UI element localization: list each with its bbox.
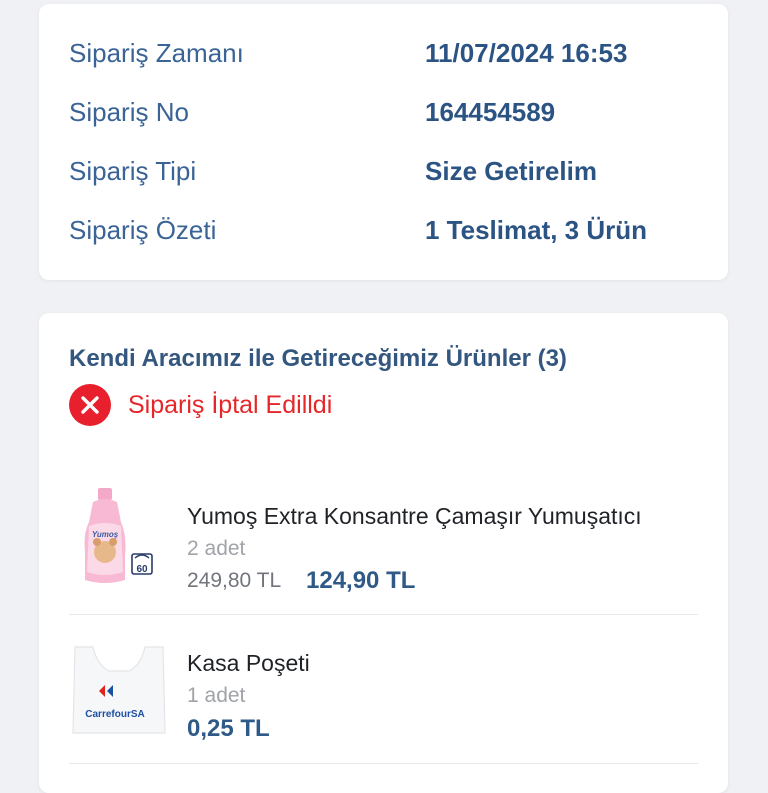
- order-summary-row: Sipariş Özeti 1 Teslimat, 3 Ürün: [69, 210, 708, 250]
- carrefour-bag-image: CarrefourSA: [69, 635, 169, 739]
- product-quantity: 1 adet: [187, 684, 246, 707]
- order-summary-label: Sipariş Özeti: [69, 215, 217, 245]
- product-name: Yumoş Extra Konsantre Çamaşır Yumuşatıcı: [187, 503, 642, 529]
- product-old-price: 249,80 TL: [187, 569, 282, 592]
- order-time-row: Sipariş Zamanı 11/07/2024 16:53: [69, 33, 708, 73]
- product-name: Kasa Poşeti: [187, 650, 310, 676]
- order-type-label: Sipariş Tipi: [69, 156, 197, 186]
- order-type-row: Sipariş Tipi Size Getirelim: [69, 151, 708, 191]
- order-time-value: 11/07/2024 16:53: [425, 38, 628, 68]
- product-quantity: 2 adet: [187, 537, 246, 560]
- order-summary-value: 1 Teslimat, 3 Ürün: [425, 215, 648, 245]
- close-circle-icon: [69, 384, 111, 426]
- order-info-card: Sipariş Zamanı 11/07/2024 16:53 Sipariş …: [39, 4, 728, 280]
- svg-text:Yumoş: Yumoş: [92, 530, 119, 539]
- product-price: 0,25 TL: [187, 715, 270, 742]
- order-number-label: Sipariş No: [69, 97, 189, 127]
- product-count-badge: 60: [136, 564, 148, 575]
- delivery-section-title: Kendi Aracımız ile Getireceğimiz Ürünler…: [69, 345, 567, 372]
- order-time-label: Sipariş Zamanı: [69, 38, 244, 68]
- order-number-row: Sipariş No 164454589: [69, 92, 708, 132]
- order-type-value: Size Getirelim: [425, 156, 597, 186]
- order-status: Sipariş İptal Edilldi: [69, 384, 333, 426]
- product-item[interactable]: Yumoş 60 Yumoş Extra Konsantre Çamaşır Y…: [69, 478, 698, 615]
- carrefour-logo-text: CarrefourSA: [85, 709, 144, 720]
- product-item[interactable]: CarrefourSA Kasa Poşeti 1 adet 0,25 TL: [69, 615, 698, 764]
- order-number-value: 164454589: [425, 97, 556, 127]
- order-status-text: Sipariş İptal Edilldi: [128, 390, 333, 419]
- delivery-products-card: Kendi Aracımız ile Getireceğimiz Ürünler…: [39, 313, 728, 793]
- product-price: 124,90 TL: [306, 567, 416, 594]
- softener-bottle-image: Yumoş 60: [69, 486, 169, 586]
